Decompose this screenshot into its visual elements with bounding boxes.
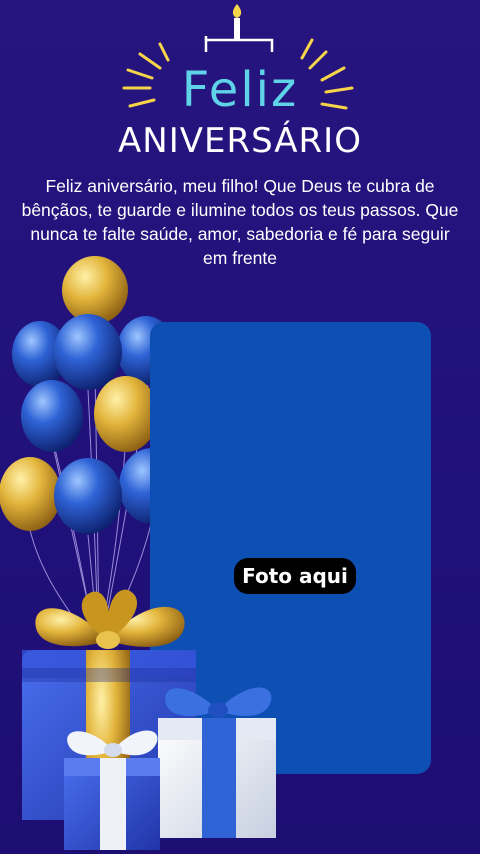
birthday-card: Feliz ANIVERSÁRIO Feliz aniversário, meu… (0, 0, 480, 854)
gift-box-white (158, 687, 276, 838)
gift-box-small-blue (64, 730, 160, 850)
gift-boxes (22, 589, 276, 850)
